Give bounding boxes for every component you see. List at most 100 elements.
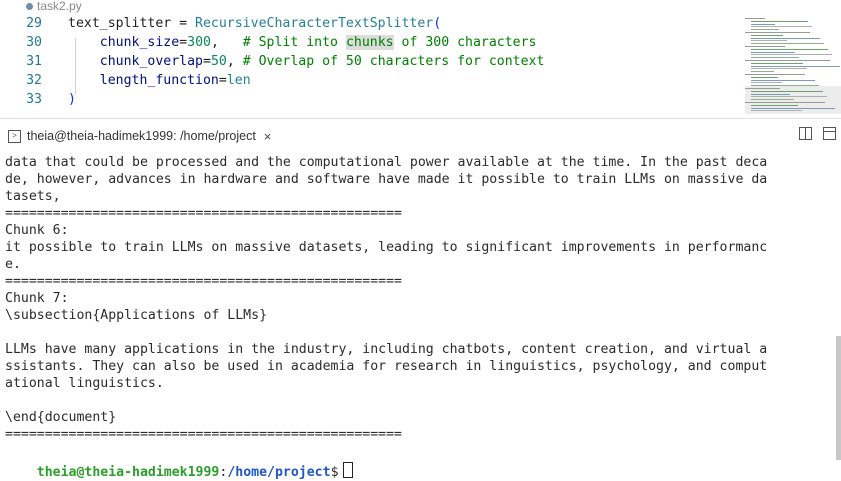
code-token: of 300 characters [393,35,537,50]
editor-tab[interactable]: task2.py [26,0,82,14]
terminal-line: \end{document} [5,410,117,425]
code-line[interactable]: 32 length_function=len [0,71,720,90]
code-token: = [218,73,227,88]
minimap-line [751,65,840,67]
minimap-line [751,76,778,78]
code-text: length_function=len [68,71,251,90]
terminal-line: e. [5,257,21,272]
code-token: chunks [345,35,394,50]
terminal-output[interactable]: data that could be processed and the com… [0,152,838,481]
minimap-line [751,54,832,56]
terminal-line: ssistants. They can also be used in acad… [5,359,768,374]
minimap-line [751,110,802,112]
terminal-line: it possible to train LLMs on massive dat… [5,240,768,255]
code-editor[interactable]: task2.py 29 text_splitter = RecursiveChar… [0,0,841,118]
terminal-line: LLMs have many applications in the indus… [5,342,768,357]
terminal-line: \subsection{Applications of LLMs} [5,308,268,323]
code-token: length_function [99,73,219,88]
minimap-line [751,85,819,87]
terminal-cursor [342,462,353,478]
editor-tab-label: task2.py [37,0,82,13]
code-token: # Split into [242,35,346,50]
code-token: RecursiveCharacterTextSplitter [195,16,434,31]
minimap-line [751,62,803,64]
minimap[interactable] [745,16,841,116]
terminal-tab-label: theia@theia-hadimek1999: /home/project [27,129,256,143]
code-token: = [179,35,188,50]
terminal-panel-header: > theia@theia-hadimek1999: /home/project… [0,118,841,153]
minimap-line [745,88,780,89]
code-text: ) [68,90,76,109]
code-token: 50 [210,54,227,69]
code-token: chunk_overlap [99,54,203,69]
minimap-line [751,93,790,95]
minimap-line [751,57,799,59]
code-line[interactable]: 33) [0,90,720,109]
line-number: 33 [26,92,42,107]
minimap-line [751,37,820,39]
prompt-path: /home/project [227,465,331,480]
terminal-tab[interactable]: > theia@theia-hadimek1999: /home/project… [8,126,271,146]
split-terminal-icon[interactable] [799,127,812,140]
line-number: 31 [26,54,42,69]
close-icon[interactable]: × [264,129,272,144]
prompt-user-host: theia@theia-hadimek1999 [36,465,220,480]
terminal-line: data that could be processed and the com… [5,155,768,170]
code-token: # Overlap of 50 characters for context [242,54,545,69]
minimap-line [751,23,775,25]
minimap-line [751,48,828,50]
code-text: text_splitter = RecursiveCharacterTextSp… [68,14,441,33]
minimap-line [745,32,810,33]
terminal-line: ational linguistics. [5,376,164,391]
minimap-line [751,71,774,73]
terminal-line: ========================================… [5,427,402,442]
minimap-line [751,96,827,98]
minimap-line [751,104,798,106]
code-token: ( [433,16,442,31]
terminal-line: de, however, advances in hardware and so… [5,172,768,187]
terminal-line: Chunk 6: [5,223,69,238]
terminal-prompt[interactable]: theia@theia-hadimek1999:/home/project$ [5,445,838,480]
code-token: 300 [187,35,211,50]
minimap-line [745,18,765,19]
minimap-line [751,68,807,70]
code-line[interactable]: 30 chunk_size=300, # Split into chunks o… [0,33,720,52]
prompt-symbol: $ [330,465,339,480]
minimap-line [751,26,812,28]
minimap-line [751,34,783,36]
minimap-line [745,102,825,103]
terminal-icon: > [8,129,21,143]
terminal-line: Chunk 7: [5,291,69,306]
minimap-line [751,51,795,53]
code-token: , [226,54,243,69]
minimap-line [751,20,808,22]
line-number: 30 [26,35,42,50]
code-line[interactable]: 29 text_splitter = RecursiveCharacterText… [0,14,720,33]
minimap-line [751,99,794,101]
code-line[interactable]: 31 chunk_overlap=50, # Overlap of 50 cha… [0,52,720,71]
line-number: 29 [26,16,42,31]
code-token: , [210,35,243,50]
minimap-line [745,60,830,61]
minimap-line [751,82,782,84]
minimap-line [751,107,835,109]
code-token: = [202,54,211,69]
minimap-line [751,40,787,42]
terminal-line: ========================================… [5,206,402,221]
python-file-icon [26,2,33,10]
code-token: text_splitter = [68,16,196,31]
code-text: chunk_size=300, # Split into chunks of 3… [68,33,537,52]
maximize-panel-icon[interactable] [823,127,836,140]
minimap-line [751,90,823,92]
code-token: ) [68,92,76,107]
code-token: chunk_size [99,35,180,50]
terminal-scrollbar[interactable] [836,336,841,460]
code-token: len [226,73,251,88]
code-text: chunk_overlap=50, # Overlap of 50 charac… [68,52,545,71]
minimap-line [751,79,815,81]
